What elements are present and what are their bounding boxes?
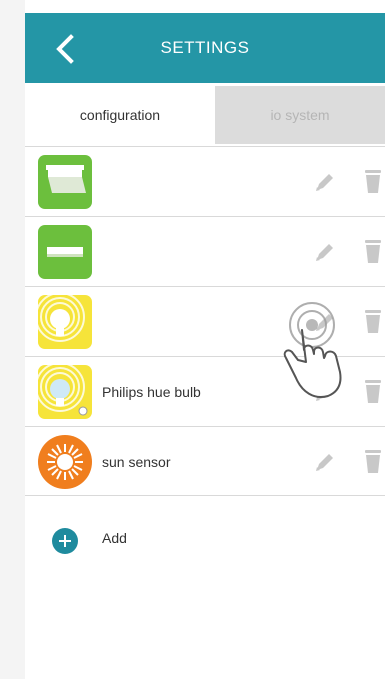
- device-row[interactable]: [25, 286, 385, 356]
- edit-pencil-icon[interactable]: [313, 240, 337, 264]
- trash-icon[interactable]: [364, 448, 382, 474]
- trash-icon[interactable]: [364, 168, 382, 194]
- add-icon[interactable]: [52, 528, 78, 554]
- device-label: Philips hue bulb: [102, 384, 201, 400]
- app-header: SETTINGS: [25, 13, 385, 83]
- tab-configuration[interactable]: configuration: [25, 86, 215, 144]
- sun-sensor-icon: [38, 435, 92, 489]
- back-arrow-icon[interactable]: [53, 33, 77, 65]
- device-row[interactable]: Philips hue bulb: [25, 356, 385, 426]
- edit-pencil-icon[interactable]: [313, 380, 337, 404]
- left-margin: [0, 0, 25, 679]
- green-shade-icon: [38, 155, 92, 209]
- device-row[interactable]: [25, 216, 385, 286]
- edit-pencil-icon[interactable]: [313, 310, 337, 334]
- tab-bar: configuration io system: [25, 86, 385, 144]
- trash-icon[interactable]: [364, 238, 382, 264]
- add-label[interactable]: Add: [102, 530, 127, 546]
- edit-pencil-icon[interactable]: [313, 450, 337, 474]
- trash-icon[interactable]: [364, 308, 382, 334]
- device-row[interactable]: sun sensor: [25, 426, 385, 496]
- tab-io-system[interactable]: io system: [215, 86, 385, 144]
- green-light-bar-icon: [38, 225, 92, 279]
- yellow-bulb-icon: [38, 295, 92, 349]
- edit-pencil-icon[interactable]: [313, 170, 337, 194]
- device-row[interactable]: [25, 146, 385, 216]
- hue-bulb-icon: [38, 365, 92, 419]
- page-title: SETTINGS: [160, 38, 250, 57]
- device-label: sun sensor: [102, 454, 171, 470]
- trash-icon[interactable]: [364, 378, 382, 404]
